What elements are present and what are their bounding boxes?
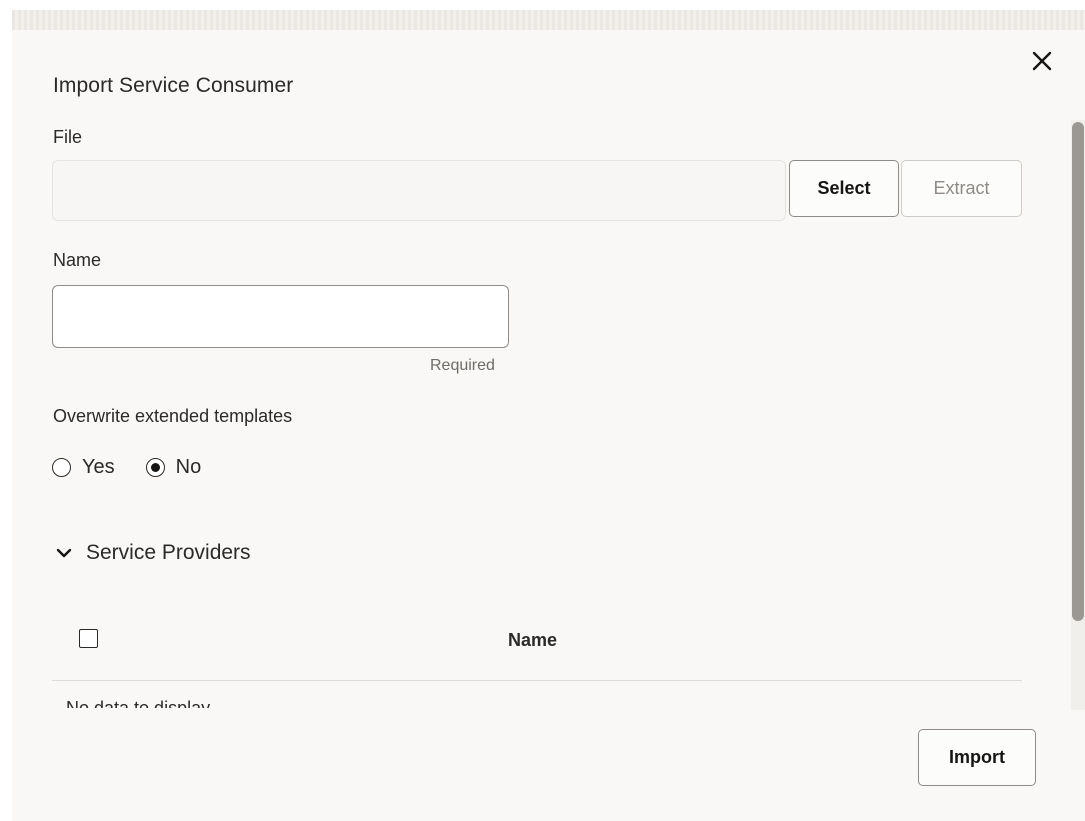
required-helper: Required [430,357,495,374]
name-input[interactable] [52,285,509,348]
radio-selected-dot [150,463,160,472]
dialog-title: Import Service Consumer [53,74,294,97]
service-providers-label: Service Providers [86,541,251,564]
import-dialog: Import Service Consumer File Select Extr… [12,10,1085,821]
close-icon [1032,51,1052,71]
providers-table-header: Name [52,610,1022,681]
name-label: Name [53,250,102,270]
service-providers-toggle[interactable]: Service Providers [56,541,251,565]
radio-yes[interactable]: Yes [52,456,115,479]
import-button[interactable]: Import [918,729,1036,786]
radio-no-label: No [175,456,202,478]
select-button[interactable]: Select [789,160,899,217]
chevron-down-icon [56,548,72,558]
dialog-footer [12,708,1071,821]
close-button[interactable] [1027,46,1057,76]
table-empty-row: No data to display. [52,681,1022,709]
radio-no[interactable]: No [145,456,202,479]
scrollbar-thumb[interactable] [1072,122,1084,621]
extract-button[interactable]: Extract [901,160,1022,217]
file-label: File [53,127,83,147]
overwrite-radio-group: Yes No [52,456,232,479]
dialog-top-strip [12,10,1085,30]
radio-yes-label: Yes [82,456,115,478]
select-all-checkbox[interactable] [79,629,98,648]
overwrite-label: Overwrite extended templates [53,406,293,426]
column-header-name[interactable]: Name [508,630,557,651]
radio-circle-yes[interactable] [52,458,71,477]
file-field[interactable] [52,160,786,221]
radio-circle-no[interactable] [145,458,165,477]
